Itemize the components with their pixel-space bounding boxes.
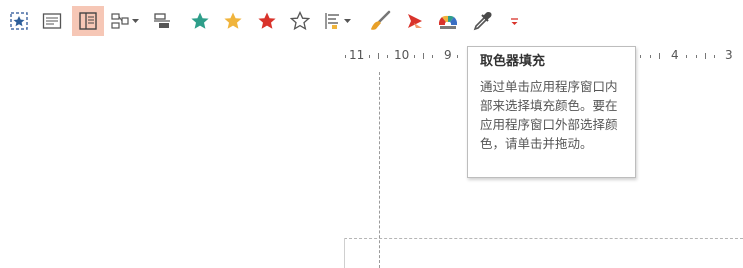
ruler-label: 10: [394, 48, 410, 62]
ruler-tick: [650, 55, 651, 58]
star-icon: [223, 11, 243, 31]
chevron-down-icon: [343, 18, 351, 24]
teal-star-button[interactable]: [186, 6, 214, 36]
align-icon: [152, 11, 172, 31]
toolbar: [0, 0, 743, 42]
ruler-tick: [387, 55, 388, 58]
outline-star-button[interactable]: [286, 6, 314, 36]
star-icon: [257, 11, 277, 31]
ruler-tick: [423, 53, 424, 59]
eyedropper-button[interactable]: [468, 6, 496, 36]
ruler-tick: [686, 55, 687, 58]
shape-button[interactable]: [401, 6, 429, 36]
ruler-tick: [378, 53, 379, 59]
shape-icon: [405, 11, 425, 31]
ruler-label: 3: [725, 48, 733, 62]
tooltip-title: 取色器填充: [480, 54, 546, 69]
more-dropdown-button[interactable]: [503, 6, 525, 36]
star-icon: [190, 11, 210, 31]
text-box-icon: [42, 12, 62, 30]
ruler-tick: [345, 55, 346, 58]
align-button[interactable]: [148, 6, 176, 36]
red-star-button[interactable]: [253, 6, 281, 36]
select-area-icon: [9, 11, 29, 31]
ruler-label: 9: [444, 48, 452, 62]
select-area-button[interactable]: [5, 6, 33, 36]
arrange-icon: [110, 11, 130, 31]
tooltip-description: 通过单击应用程序窗口内部来选择填充颜色。要在应用程序窗口外部选择颜色，请单击并拖…: [480, 79, 618, 151]
color-wheel-icon: [437, 11, 459, 31]
ruler-tick: [705, 53, 706, 59]
color-wheel-button[interactable]: [434, 6, 462, 36]
gold-star-button[interactable]: [219, 6, 247, 36]
ruler-tick: [369, 55, 370, 58]
eyedropper-icon: [471, 10, 493, 32]
ruler-tick: [432, 55, 433, 58]
ruler-label: 11: [349, 48, 365, 62]
eyedropper-tooltip: 取色器填充 通过单击应用程序窗口内部来选择填充颜色。要在应用程序窗口外部选择颜色…: [467, 46, 636, 178]
ruler-label: 4: [671, 48, 679, 62]
brush-icon: [369, 10, 391, 32]
chevron-down-icon: [510, 17, 519, 26]
ruler-tick: [414, 55, 415, 58]
slide-top-edge: [344, 238, 743, 239]
line-spacing-dropdown-button[interactable]: [318, 6, 354, 36]
layout-icon: [78, 11, 98, 31]
ruler-tick: [640, 55, 641, 58]
ruler-tick: [714, 55, 715, 58]
arrange-dropdown-button[interactable]: [106, 6, 142, 36]
chevron-down-icon: [131, 18, 139, 24]
text-box-button[interactable]: [38, 6, 66, 36]
ruler-tick: [696, 55, 697, 58]
ruler-tick: [659, 53, 660, 59]
slide-left-edge: [344, 238, 345, 268]
line-spacing-icon: [322, 11, 342, 31]
ruler-tick: [457, 55, 458, 58]
layout-button[interactable]: [72, 6, 104, 36]
format-painter-button[interactable]: [366, 6, 394, 36]
star-outline-icon: [290, 11, 310, 31]
